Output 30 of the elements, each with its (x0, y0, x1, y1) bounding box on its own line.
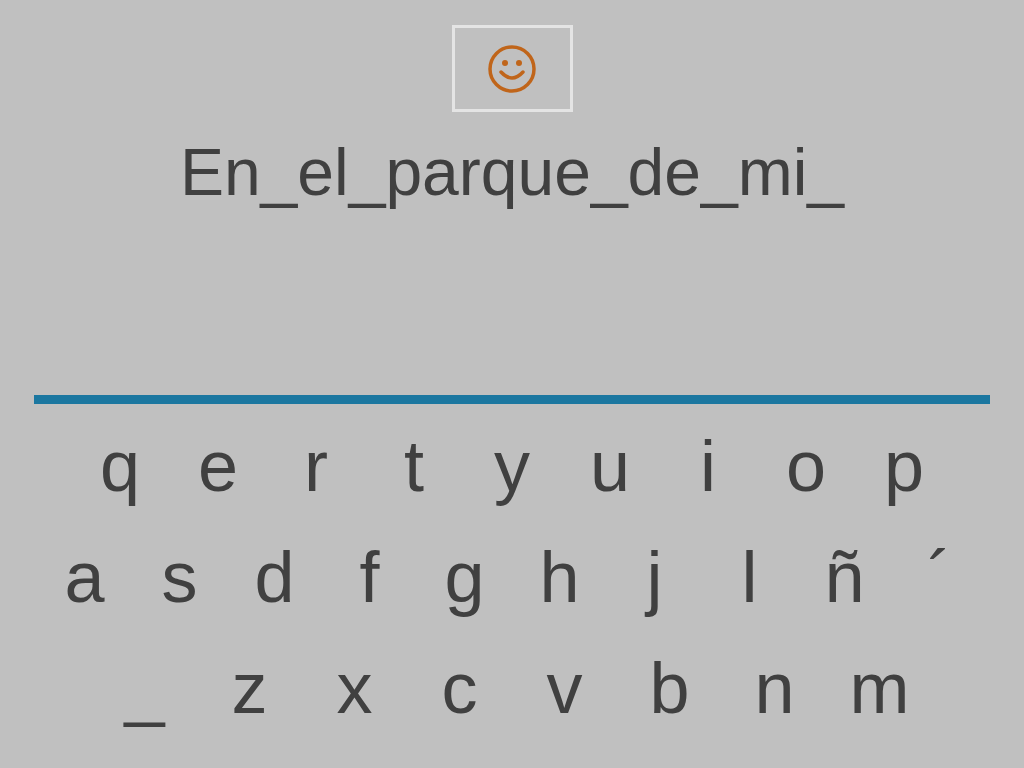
letter-key[interactable]: c (407, 638, 512, 738)
letter-key[interactable]: y (463, 416, 561, 516)
letter-key[interactable]: o (757, 416, 855, 516)
letter-key[interactable]: ñ (797, 527, 892, 627)
letter-key[interactable]: g (417, 527, 512, 627)
letter-key[interactable]: u (561, 416, 659, 516)
letter-key[interactable]: m (827, 638, 932, 738)
letter-key[interactable]: q (71, 416, 169, 516)
letter-key[interactable]: b (617, 638, 722, 738)
sentence-text: En_el_parque_de_mi_ (179, 134, 845, 211)
letter-key[interactable]: j (607, 527, 702, 627)
letter-key[interactable]: a (37, 527, 132, 627)
letter-key[interactable]: n (722, 638, 827, 738)
letter-key[interactable]: t (365, 416, 463, 516)
smiley-button[interactable] (451, 25, 573, 112)
letter-key[interactable]: d (227, 527, 322, 627)
letter-key[interactable]: h (512, 527, 607, 627)
letter-key[interactable]: s (132, 527, 227, 627)
letter-key[interactable]: l (702, 527, 797, 627)
letter-key[interactable]: v (512, 638, 617, 738)
letter-key[interactable]: ´ (892, 527, 987, 627)
letter-key[interactable]: p (855, 416, 953, 516)
letter-key[interactable]: _ (92, 638, 197, 738)
smiley-icon (487, 43, 537, 94)
letter-key[interactable]: z (197, 638, 302, 738)
letter-key[interactable]: r (267, 416, 365, 516)
letter-key[interactable]: f (322, 527, 417, 627)
letter-key[interactable]: e (169, 416, 267, 516)
letter-key[interactable]: i (659, 416, 757, 516)
letter-key[interactable]: x (302, 638, 407, 738)
